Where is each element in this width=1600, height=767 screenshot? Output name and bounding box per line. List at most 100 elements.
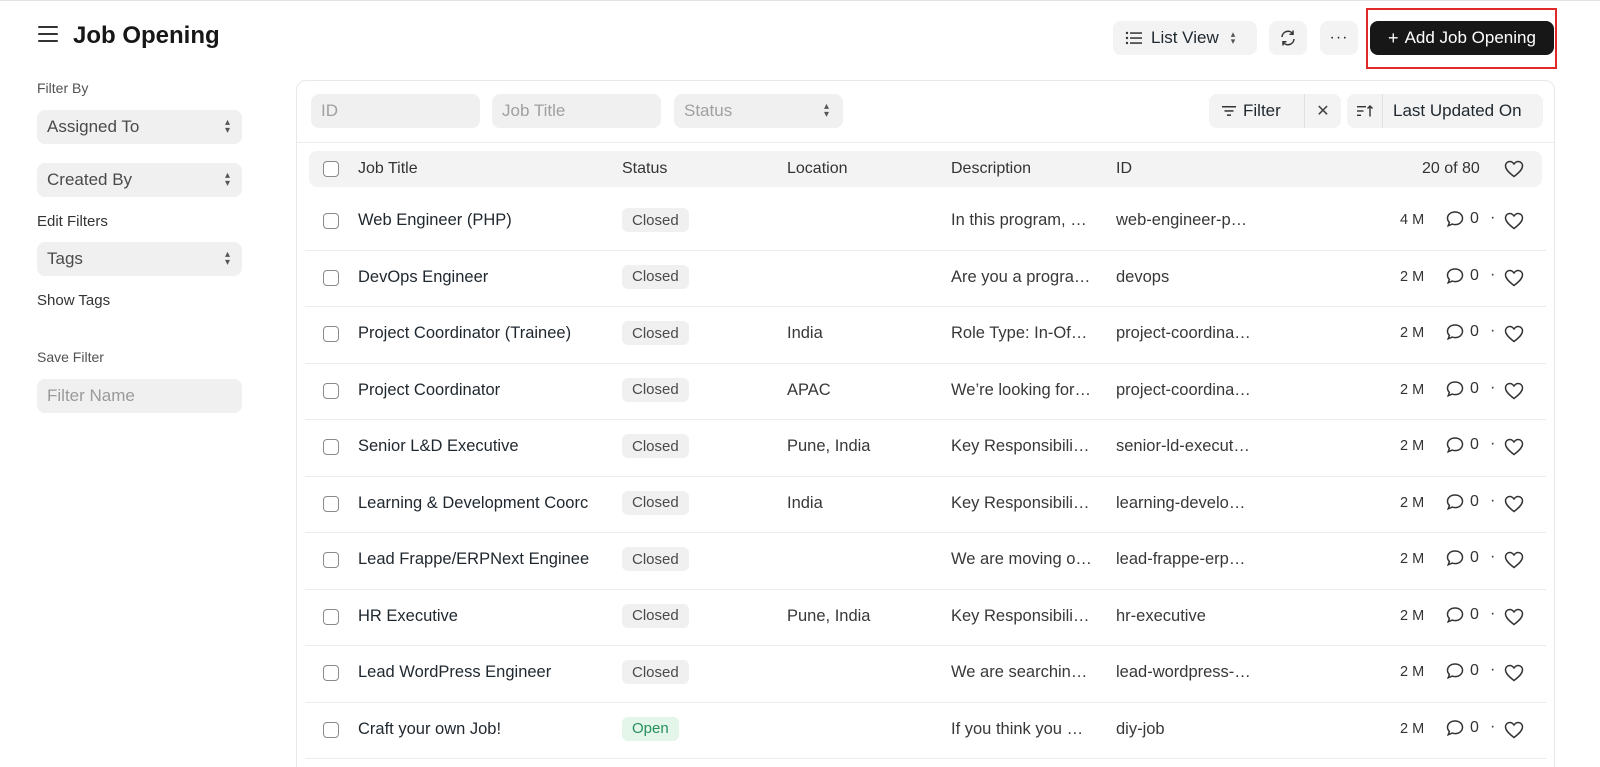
filter-by-label: Filter By [37, 80, 89, 96]
row-checkbox[interactable] [323, 269, 339, 286]
edit-filters-link[interactable]: Edit Filters [37, 213, 242, 230]
job-title-cell[interactable]: Senior L&D Executive [358, 437, 601, 456]
comment-count[interactable]: 0 [1446, 549, 1479, 567]
comment-count[interactable]: 0 [1446, 436, 1479, 454]
filter-icon [1222, 106, 1236, 116]
description-cell: Key Responsibili… [951, 493, 1090, 512]
comment-count[interactable]: 0 [1446, 606, 1479, 624]
job-title-cell[interactable]: Web Engineer (PHP) [358, 211, 601, 230]
job-title-filter-input[interactable]: Job Title [492, 94, 661, 128]
heart-icon[interactable] [1504, 495, 1524, 513]
created-by-select[interactable]: Created By ▴ ▾ [37, 163, 242, 197]
row-checkbox[interactable] [323, 326, 339, 342]
id-filter-input[interactable]: ID [311, 94, 480, 128]
ellipsis-icon: ··· [1329, 29, 1349, 46]
comment-icon [1446, 211, 1464, 228]
row-checkbox[interactable] [323, 721, 339, 738]
id-cell: web-engineer-p… [1116, 211, 1248, 229]
filter-name-input[interactable]: Filter Name [37, 379, 242, 413]
menu-icon[interactable] [38, 26, 58, 46]
heart-icon[interactable] [1504, 269, 1524, 287]
comment-count-value: 0 [1470, 662, 1479, 679]
comment-count[interactable]: 0 [1446, 210, 1479, 228]
filter-button[interactable]: Filter [1209, 94, 1305, 128]
comment-count[interactable]: 0 [1446, 719, 1479, 737]
sort-order-button[interactable] [1347, 94, 1383, 128]
modified-time: 2 M [1400, 325, 1425, 341]
comment-count[interactable]: 0 [1446, 323, 1479, 341]
row-checkbox[interactable] [323, 665, 339, 681]
divider [297, 142, 1554, 143]
modified-time: 2 M [1400, 551, 1425, 567]
row-checkbox[interactable] [323, 608, 339, 625]
table-row[interactable]: Web Engineer (PHP) Closed In this program,… [305, 194, 1546, 251]
modified-time: 2 M [1400, 438, 1425, 454]
column-description: Description [951, 160, 1032, 177]
status-badge: Closed [622, 490, 689, 515]
location-cell: Pune, India [787, 606, 871, 625]
comment-icon [1446, 663, 1464, 680]
job-title-cell[interactable]: Lead WordPress Engineer [358, 663, 601, 682]
heart-icon[interactable] [1504, 438, 1524, 456]
heart-icon[interactable] [1504, 325, 1524, 343]
heart-icon[interactable] [1504, 721, 1524, 739]
sort-by-label[interactable]: Last Updated On [1383, 101, 1522, 121]
job-title-cell[interactable]: Project Coordinator (Trainee) [358, 324, 601, 343]
job-title-cell[interactable]: Lead Frappe/ERPNext Enginee [358, 550, 601, 569]
assigned-to-select[interactable]: Assigned To ▴ ▾ [37, 110, 242, 144]
list-view-selector[interactable]: List View ▴ ▾ [1113, 21, 1257, 55]
status-filter-label: Status [684, 101, 733, 120]
comment-count[interactable]: 0 [1446, 380, 1479, 398]
comment-count[interactable]: 0 [1446, 493, 1479, 511]
heart-icon[interactable] [1504, 664, 1524, 682]
row-checkbox[interactable] [323, 382, 339, 399]
table-row[interactable]: HR Executive Closed Pune, India Key Respons… [305, 590, 1546, 646]
table-row[interactable]: Learning & Development Coorc Closed India K… [305, 477, 1546, 533]
heart-icon[interactable] [1504, 551, 1524, 569]
comment-count[interactable]: 0 [1446, 662, 1479, 680]
table-row[interactable]: DevOps Engineer Closed Are you a progra… de… [305, 251, 1546, 307]
row-checkbox[interactable] [323, 213, 339, 229]
description-cell: We are moving o… [951, 550, 1092, 568]
clear-filter-button[interactable]: ✕ [1305, 101, 1341, 121]
list-icon [1125, 31, 1142, 45]
table-row[interactable]: Craft your own Job! Open If you think you … [305, 703, 1546, 759]
more-options-button[interactable]: ··· [1320, 21, 1358, 55]
job-title-cell[interactable]: Learning & Development Coorc [358, 494, 601, 513]
status-filter-select[interactable]: Status ▴ ▾ [674, 94, 843, 128]
location-cell: India [787, 324, 823, 342]
created-by-label: Created By [47, 170, 133, 189]
table-row[interactable]: Project Coordinator Closed APAC We’re looki… [305, 364, 1546, 420]
row-checkbox[interactable] [323, 495, 339, 512]
table-row[interactable]: Senior L&D Executive Closed Pune, India Key… [305, 420, 1546, 477]
table-row[interactable]: Lead Frappe/ERPNext Enginee Closed We are … [305, 533, 1546, 590]
heart-icon[interactable] [1504, 382, 1524, 400]
sort-icon [1356, 105, 1373, 117]
status-badge: Closed [622, 603, 689, 628]
modified-time: 2 M [1400, 494, 1425, 511]
modified-time: 2 M [1400, 381, 1425, 398]
table-row[interactable]: Project Coordinator (Trainee) Closed India… [305, 307, 1546, 364]
status-badge: Closed [622, 377, 689, 402]
table-row[interactable]: Lead WordPress Engineer Closed We are sear… [305, 646, 1546, 703]
job-title-cell[interactable]: Craft your own Job! [358, 720, 601, 739]
row-checkbox[interactable] [323, 552, 339, 568]
job-title-cell[interactable]: HR Executive [358, 607, 601, 626]
comment-count-value: 0 [1470, 549, 1479, 566]
job-title-cell[interactable]: Project Coordinator [358, 381, 601, 400]
description-cell: Key Responsibili… [951, 606, 1090, 625]
row-checkbox[interactable] [323, 439, 339, 455]
select-all-checkbox[interactable] [323, 161, 339, 177]
add-job-opening-button[interactable]: + Add Job Opening [1370, 21, 1554, 55]
heart-icon[interactable] [1504, 160, 1524, 178]
heart-icon[interactable] [1504, 212, 1524, 230]
refresh-button[interactable] [1269, 21, 1307, 55]
heart-icon[interactable] [1504, 608, 1524, 626]
job-title-cell[interactable]: DevOps Engineer [358, 268, 601, 287]
show-tags-link[interactable]: Show Tags [37, 292, 242, 309]
id-cell: project-coordina… [1116, 324, 1251, 342]
comment-count[interactable]: 0 [1446, 267, 1479, 285]
comment-count-value: 0 [1470, 210, 1479, 227]
tags-select[interactable]: Tags ▴ ▾ [37, 242, 242, 276]
comment-icon [1446, 380, 1464, 397]
